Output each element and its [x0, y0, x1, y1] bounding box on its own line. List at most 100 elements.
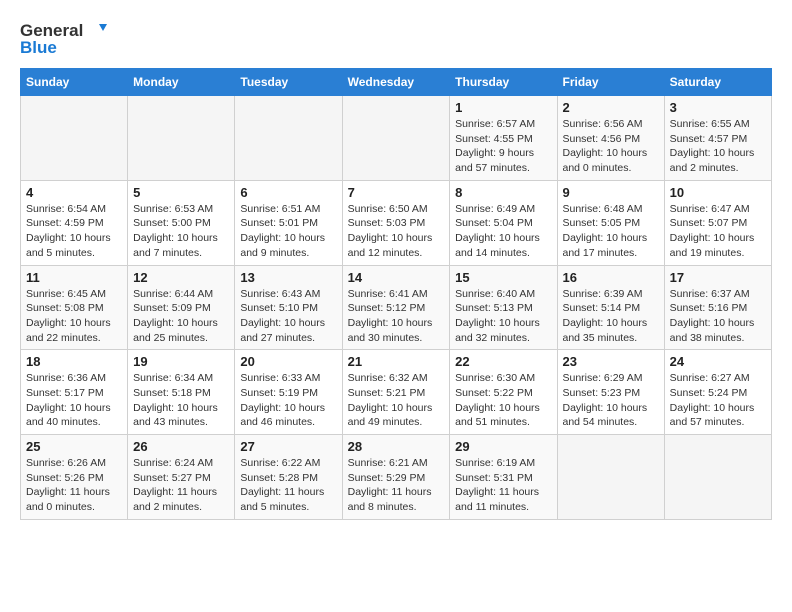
day-number: 23: [563, 354, 659, 369]
calendar-cell: 25 Sunrise: 6:26 AM Sunset: 5:26 PM Dayli…: [21, 435, 128, 520]
calendar-cell: 15 Sunrise: 6:40 AM Sunset: 5:13 PM Dayli…: [450, 265, 557, 350]
calendar-cell: 11Sunrise: 6:45 AM Sunset: 5:08 PM Dayli…: [21, 265, 128, 350]
calendar-cell: 19 Sunrise: 6:34 AM Sunset: 5:18 PM Dayli…: [128, 350, 235, 435]
day-info: Sunrise: 6:29 AM Sunset: 5:23 PM Dayligh…: [563, 371, 659, 430]
calendar-cell: [21, 96, 128, 181]
calendar-cell: [664, 435, 771, 520]
logo-container: General Blue: [20, 20, 107, 58]
calendar-table: SundayMondayTuesdayWednesdayThursdayFrid…: [20, 68, 772, 520]
week-row-2: 4 Sunrise: 6:54 AM Sunset: 4:59 PM Daylig…: [21, 180, 772, 265]
logo-bird-icon: [85, 20, 107, 42]
calendar-cell: 24Sunrise: 6:27 AM Sunset: 5:24 PM Dayli…: [664, 350, 771, 435]
logo-blue: Blue: [20, 38, 57, 58]
day-info: Sunrise: 6:47 AM Sunset: 5:07 PM Dayligh…: [670, 202, 766, 261]
day-number: 1: [455, 100, 551, 115]
day-info: Sunrise: 6:43 AM Sunset: 5:10 PM Dayligh…: [240, 287, 336, 346]
day-number: 4: [26, 185, 122, 200]
day-info: Sunrise: 6:33 AM Sunset: 5:19 PM Dayligh…: [240, 371, 336, 430]
day-info: Sunrise: 6:48 AM Sunset: 5:05 PM Dayligh…: [563, 202, 659, 261]
calendar-cell: 29 Sunrise: 6:19 AM Sunset: 5:31 PM Dayli…: [450, 435, 557, 520]
day-number: 27: [240, 439, 336, 454]
col-header-thursday: Thursday: [450, 69, 557, 96]
calendar-cell: 5 Sunrise: 6:53 AM Sunset: 5:00 PM Daylig…: [128, 180, 235, 265]
day-info: Sunrise: 6:37 AM Sunset: 5:16 PM Dayligh…: [670, 287, 766, 346]
day-info: Sunrise: 6:54 AM Sunset: 4:59 PM Dayligh…: [26, 202, 122, 261]
day-info: Sunrise: 6:44 AM Sunset: 5:09 PM Dayligh…: [133, 287, 229, 346]
calendar-cell: 16 Sunrise: 6:39 AM Sunset: 5:14 PM Dayli…: [557, 265, 664, 350]
day-info: Sunrise: 6:56 AM Sunset: 4:56 PM Dayligh…: [563, 117, 659, 176]
week-row-4: 18 Sunrise: 6:36 AM Sunset: 5:17 PM Dayli…: [21, 350, 772, 435]
calendar-cell: 6 Sunrise: 6:51 AM Sunset: 5:01 PM Daylig…: [235, 180, 342, 265]
calendar-cell: 10 Sunrise: 6:47 AM Sunset: 5:07 PM Dayli…: [664, 180, 771, 265]
calendar-cell: 13 Sunrise: 6:43 AM Sunset: 5:10 PM Dayli…: [235, 265, 342, 350]
day-info: Sunrise: 6:36 AM Sunset: 5:17 PM Dayligh…: [26, 371, 122, 430]
calendar-cell: 23 Sunrise: 6:29 AM Sunset: 5:23 PM Dayli…: [557, 350, 664, 435]
day-number: 25: [26, 439, 122, 454]
day-number: 12: [133, 270, 229, 285]
day-info: Sunrise: 6:19 AM Sunset: 5:31 PM Dayligh…: [455, 456, 551, 515]
day-number: 5: [133, 185, 229, 200]
day-number: 7: [348, 185, 445, 200]
day-number: 2: [563, 100, 659, 115]
day-number: 28: [348, 439, 445, 454]
day-number: 3: [670, 100, 766, 115]
day-info: Sunrise: 6:26 AM Sunset: 5:26 PM Dayligh…: [26, 456, 122, 515]
day-number: 16: [563, 270, 659, 285]
calendar-cell: 9 Sunrise: 6:48 AM Sunset: 5:05 PM Daylig…: [557, 180, 664, 265]
week-row-3: 11Sunrise: 6:45 AM Sunset: 5:08 PM Dayli…: [21, 265, 772, 350]
day-number: 13: [240, 270, 336, 285]
calendar-cell: 12 Sunrise: 6:44 AM Sunset: 5:09 PM Dayli…: [128, 265, 235, 350]
calendar-cell: 14Sunrise: 6:41 AM Sunset: 5:12 PM Dayli…: [342, 265, 450, 350]
calendar-cell: [557, 435, 664, 520]
day-number: 9: [563, 185, 659, 200]
calendar-cell: [128, 96, 235, 181]
day-number: 15: [455, 270, 551, 285]
week-row-5: 25 Sunrise: 6:26 AM Sunset: 5:26 PM Dayli…: [21, 435, 772, 520]
days-header-row: SundayMondayTuesdayWednesdayThursdayFrid…: [21, 69, 772, 96]
calendar-cell: 27Sunrise: 6:22 AM Sunset: 5:28 PM Dayli…: [235, 435, 342, 520]
day-number: 18: [26, 354, 122, 369]
calendar-cell: 21Sunrise: 6:32 AM Sunset: 5:21 PM Dayli…: [342, 350, 450, 435]
col-header-wednesday: Wednesday: [342, 69, 450, 96]
col-header-saturday: Saturday: [664, 69, 771, 96]
day-info: Sunrise: 6:55 AM Sunset: 4:57 PM Dayligh…: [670, 117, 766, 176]
day-info: Sunrise: 6:57 AM Sunset: 4:55 PM Dayligh…: [455, 117, 551, 176]
calendar-cell: 8 Sunrise: 6:49 AM Sunset: 5:04 PM Daylig…: [450, 180, 557, 265]
week-row-1: 1 Sunrise: 6:57 AM Sunset: 4:55 PM Daylig…: [21, 96, 772, 181]
calendar-cell: 28 Sunrise: 6:21 AM Sunset: 5:29 PM Dayli…: [342, 435, 450, 520]
calendar-cell: 7 Sunrise: 6:50 AM Sunset: 5:03 PM Daylig…: [342, 180, 450, 265]
day-info: Sunrise: 6:45 AM Sunset: 5:08 PM Dayligh…: [26, 287, 122, 346]
calendar-cell: 3 Sunrise: 6:55 AM Sunset: 4:57 PM Daylig…: [664, 96, 771, 181]
day-info: Sunrise: 6:30 AM Sunset: 5:22 PM Dayligh…: [455, 371, 551, 430]
day-number: 22: [455, 354, 551, 369]
logo: General Blue: [20, 20, 107, 58]
col-header-monday: Monday: [128, 69, 235, 96]
day-number: 19: [133, 354, 229, 369]
calendar-cell: 17 Sunrise: 6:37 AM Sunset: 5:16 PM Dayli…: [664, 265, 771, 350]
day-info: Sunrise: 6:39 AM Sunset: 5:14 PM Dayligh…: [563, 287, 659, 346]
calendar-cell: 4 Sunrise: 6:54 AM Sunset: 4:59 PM Daylig…: [21, 180, 128, 265]
day-info: Sunrise: 6:40 AM Sunset: 5:13 PM Dayligh…: [455, 287, 551, 346]
calendar-cell: 26Sunrise: 6:24 AM Sunset: 5:27 PM Dayli…: [128, 435, 235, 520]
calendar-cell: 20 Sunrise: 6:33 AM Sunset: 5:19 PM Dayli…: [235, 350, 342, 435]
day-number: 26: [133, 439, 229, 454]
col-header-friday: Friday: [557, 69, 664, 96]
calendar-cell: 18 Sunrise: 6:36 AM Sunset: 5:17 PM Dayli…: [21, 350, 128, 435]
day-number: 6: [240, 185, 336, 200]
calendar-cell: [342, 96, 450, 181]
day-info: Sunrise: 6:32 AM Sunset: 5:21 PM Dayligh…: [348, 371, 445, 430]
day-number: 20: [240, 354, 336, 369]
day-info: Sunrise: 6:27 AM Sunset: 5:24 PM Dayligh…: [670, 371, 766, 430]
day-info: Sunrise: 6:21 AM Sunset: 5:29 PM Dayligh…: [348, 456, 445, 515]
day-info: Sunrise: 6:53 AM Sunset: 5:00 PM Dayligh…: [133, 202, 229, 261]
day-number: 10: [670, 185, 766, 200]
day-number: 29: [455, 439, 551, 454]
day-number: 17: [670, 270, 766, 285]
day-info: Sunrise: 6:34 AM Sunset: 5:18 PM Dayligh…: [133, 371, 229, 430]
day-info: Sunrise: 6:51 AM Sunset: 5:01 PM Dayligh…: [240, 202, 336, 261]
calendar-cell: 2 Sunrise: 6:56 AM Sunset: 4:56 PM Daylig…: [557, 96, 664, 181]
day-info: Sunrise: 6:50 AM Sunset: 5:03 PM Dayligh…: [348, 202, 445, 261]
day-number: 8: [455, 185, 551, 200]
day-info: Sunrise: 6:49 AM Sunset: 5:04 PM Dayligh…: [455, 202, 551, 261]
day-info: Sunrise: 6:41 AM Sunset: 5:12 PM Dayligh…: [348, 287, 445, 346]
